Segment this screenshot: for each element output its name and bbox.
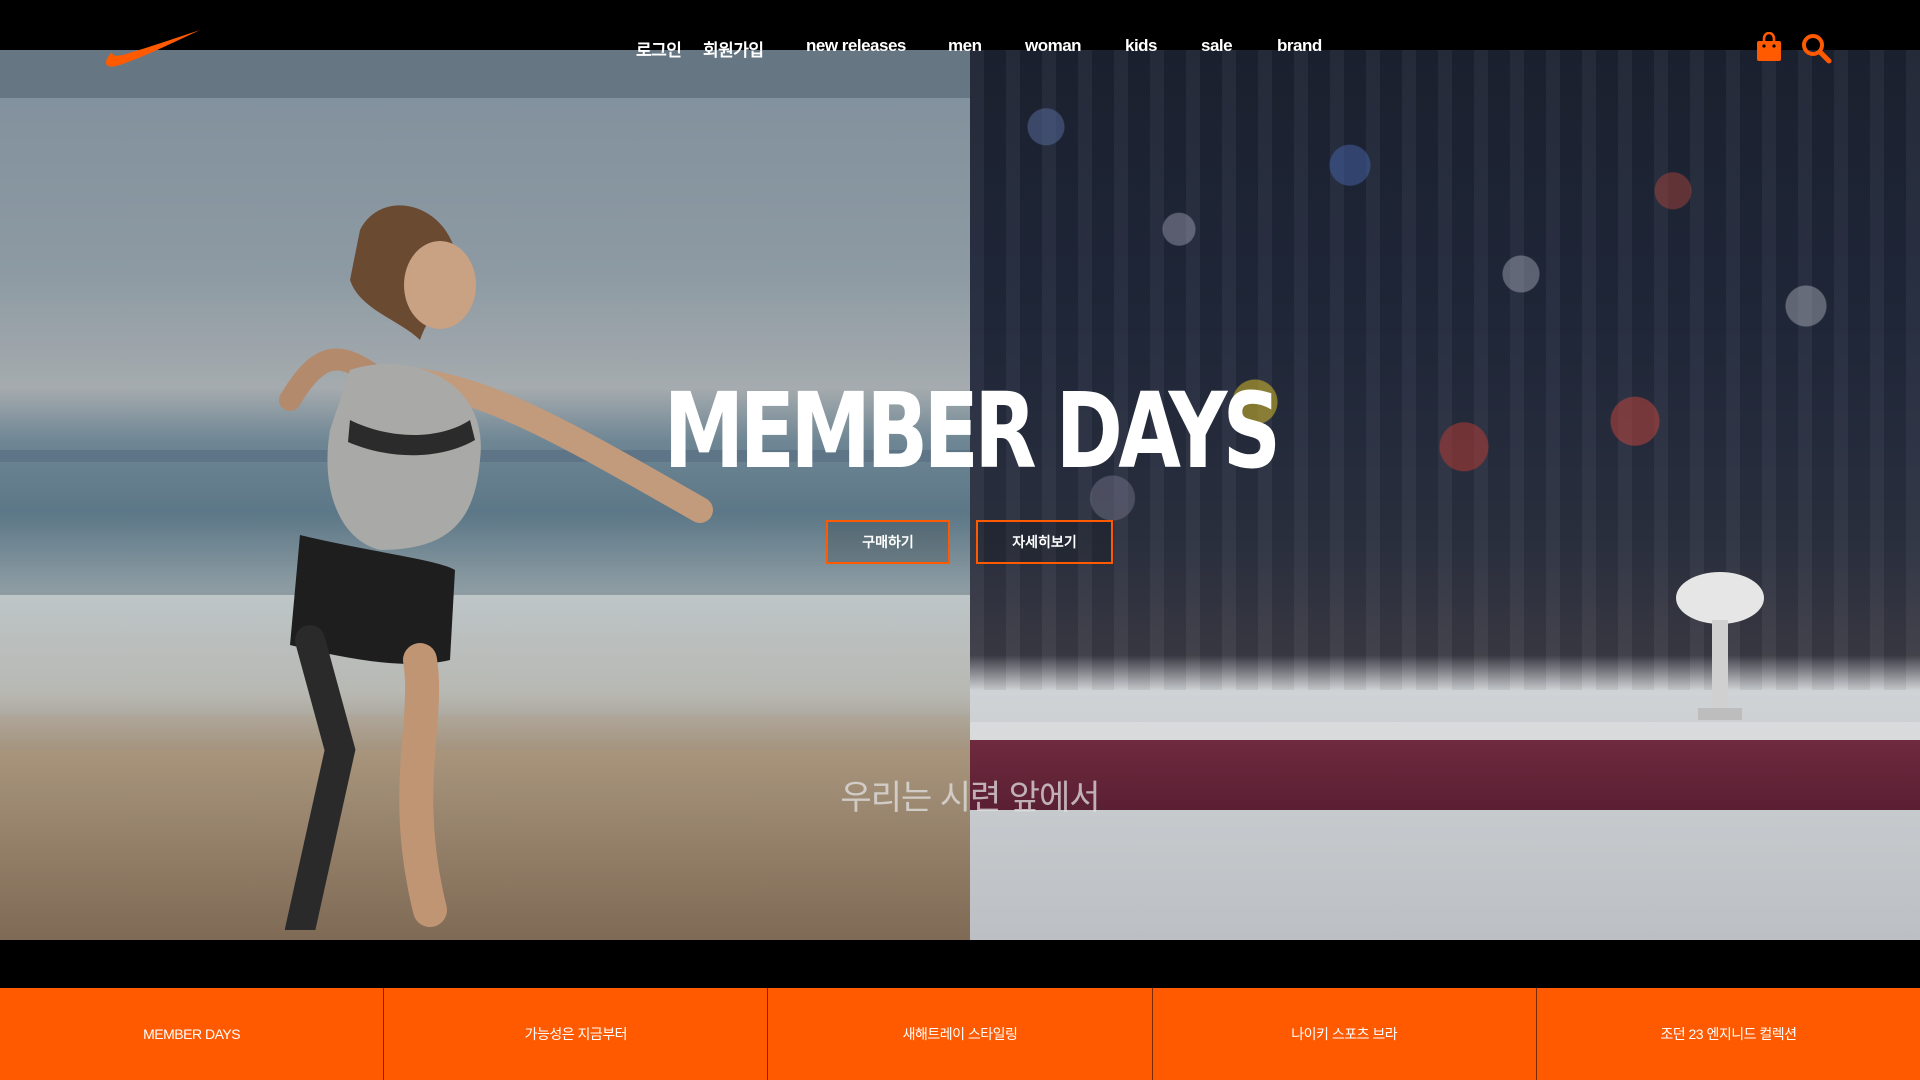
tab-jordan-23[interactable]: 조던 23 엔지니드 컬렉션 bbox=[1537, 988, 1920, 1080]
search-icon[interactable] bbox=[1800, 32, 1832, 64]
nav-signup[interactable]: 회원가입 bbox=[703, 36, 764, 61]
promo-tabs: MEMBER DAYS 가능성은 지금부터 새해트레이 스타일링 나이키 스포츠… bbox=[0, 988, 1920, 1080]
tab-styling[interactable]: 새해트레이 스타일링 bbox=[768, 988, 1153, 1080]
athlete-figure bbox=[279, 205, 713, 930]
buy-button[interactable]: 구매하기 bbox=[826, 520, 950, 564]
tab-member-days[interactable]: MEMBER DAYS bbox=[0, 988, 385, 1080]
nav-sale[interactable]: sale bbox=[1201, 36, 1233, 56]
tab-possibility[interactable]: 가능성은 지금부터 bbox=[384, 988, 769, 1080]
tab-sports-bra[interactable]: 나이키 스포츠 브라 bbox=[1153, 988, 1537, 1080]
nav-login[interactable]: 로그인 bbox=[636, 36, 682, 61]
shopping-bag-icon[interactable] bbox=[1756, 32, 1782, 62]
nav-kids[interactable]: kids bbox=[1125, 36, 1158, 56]
nav-woman[interactable]: woman bbox=[1025, 36, 1082, 56]
main-nav: 로그인 회원가입 new releases men woman kids sal… bbox=[0, 36, 1920, 60]
video-subtitle: 우리는 시련 앞에서 bbox=[840, 779, 1100, 817]
nav-brand[interactable]: brand bbox=[1277, 36, 1322, 56]
hero-bottom-bar bbox=[0, 940, 1920, 988]
nav-men[interactable]: men bbox=[948, 36, 982, 56]
nav-new-releases[interactable]: new releases bbox=[806, 36, 906, 56]
page: 로그인 회원가입 new releases men woman kids sal… bbox=[0, 0, 1920, 1080]
details-button[interactable]: 자세히보기 bbox=[976, 520, 1113, 564]
hero-title: MEMBER DAYS bbox=[663, 370, 1282, 492]
gym-apparatus bbox=[1676, 572, 1764, 720]
